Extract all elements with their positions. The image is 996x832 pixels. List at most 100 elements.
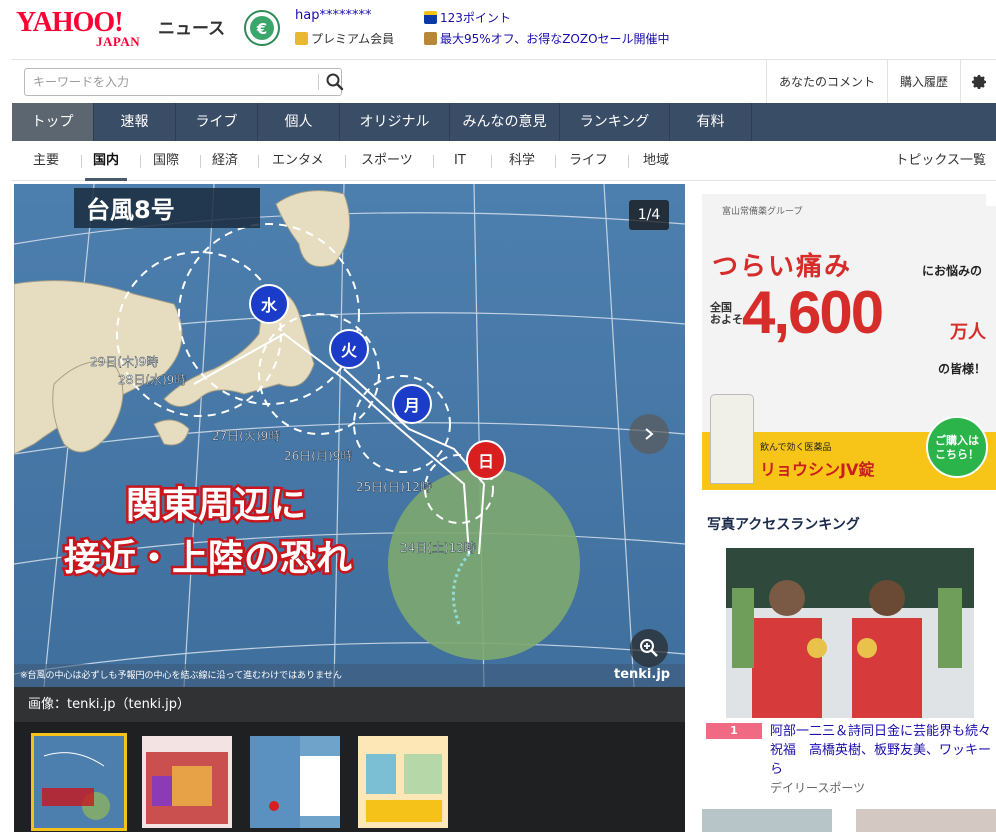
cat-sports[interactable]: スポーツ [361,141,413,181]
nav-ranking[interactable]: ランキング [560,103,670,141]
track-label: 27日(火)9時 [212,429,280,443]
t-point-icon [424,11,437,24]
cat-separator [491,155,492,168]
premium-label: プレミアム会員 [311,32,395,46]
cat-separator [140,155,141,168]
cat-domestic[interactable]: 国内 [84,141,128,181]
avatar[interactable]: € [244,10,280,46]
day-marker-mon: 月 [403,396,420,415]
ad-suffix: の皆様！ [938,362,987,376]
slide-counter: 1/4 [629,200,669,230]
cat-region[interactable]: 地域 [643,141,669,181]
map-title: 台風8号 [86,196,175,224]
ad-product-sub: 飲んで効く医薬品 [760,443,832,453]
ad-purchase-button[interactable]: ご購入は こちら！ [926,416,988,478]
nav-breaking[interactable]: 速報 [94,103,176,141]
ranking-photo-next[interactable] [702,809,832,832]
primary-nav: トップ 速報 ライブ 個人 オリジナル みんなの意見 ランキング 有料 [12,103,996,141]
cat-separator [555,155,556,168]
track-label: 28日(水)9時 [118,373,186,387]
track-label: 29日(木)9時 [90,355,158,369]
search-input[interactable] [33,73,303,91]
thumbnail-1[interactable] [31,733,127,831]
cat-separator [81,155,82,168]
ranking-photo[interactable] [702,548,996,718]
ad-brand: 富山常備薬グループ [722,207,803,217]
nav-original[interactable]: オリジナル [340,103,450,141]
cat-separator [628,155,629,168]
nav-opinions[interactable]: みんなの意見 [450,103,560,141]
service-name[interactable]: ニュース [158,14,225,39]
ranking-photo-next[interactable] [856,809,996,832]
header-links: あなたのコメント 購入履歴 [765,60,996,104]
cat-main[interactable]: 主要 [33,141,59,181]
ad-product-bottle [710,394,754,484]
cat-separator [200,155,201,168]
gear-icon[interactable] [960,60,996,104]
premium-badge[interactable]: プレミアム会員 [295,30,394,47]
nav-live[interactable]: ライブ [176,103,258,141]
nav-paid[interactable]: 有料 [670,103,752,141]
track-label: 24日(土)12時 [400,541,476,555]
cat-it[interactable]: IT [454,141,466,181]
search-divider [318,74,319,90]
ad-headline-sub: にお悩みの [922,264,983,278]
cat-separator [345,155,346,168]
topics-list-link[interactable]: トピックス一覧 [895,141,986,181]
ad-info-icon[interactable] [986,194,996,206]
site-header: YAHOO! JAPAN ニュース € hap******** プレミアム会員 … [0,0,996,56]
username-link[interactable]: hap******** [295,8,371,23]
yahoo-japan-logo[interactable]: YAHOO! JAPAN [16,8,156,50]
points-label: 123ポイント [440,11,511,25]
rank-badge: 1 [706,723,762,739]
premium-gift-icon [295,32,308,45]
day-marker-tue: 火 [341,341,358,360]
cat-economy[interactable]: 経済 [212,141,238,181]
ranking-article-source: デイリースポーツ [770,781,866,795]
ranking-article-title[interactable]: 阿部一二三＆詩同日金に芸能界も続々祝福 高橋英樹、板野友美、ワッキーら [770,722,996,779]
cat-separator [258,155,259,168]
thumbnail-strip [14,722,685,832]
ad-product-name: リョウシンJV錠 [760,460,875,479]
my-comments-link[interactable]: あなたのコメント [765,60,887,104]
search-row: あなたのコメント 購入履歴 [12,59,996,104]
map-watermark: tenki.jp [614,667,670,682]
nav-top[interactable]: トップ [12,103,94,141]
track-label: 26日(月)9時 [284,449,352,463]
search-icon[interactable] [325,72,345,92]
thumbnail-2[interactable] [142,736,232,828]
thumbnail-3[interactable] [250,736,340,828]
cat-international[interactable]: 国際 [153,141,179,181]
cat-entertainment[interactable]: エンタメ [272,141,324,181]
next-slide-button[interactable] [629,414,669,454]
advertisement-banner[interactable]: 富山常備薬グループ つらい痛み にお悩みの 全国 およそ 4,600 万人 の皆… [702,194,996,490]
logo-subtext: JAPAN [96,34,141,49]
day-marker-sun: 日 [478,452,494,471]
typhoon-forecast-map: 台風8号 水 火 月 日 29日(木)9時 28日(水)9時 27日(火)9時 … [14,184,685,687]
ad-nationwide-label: 全国 およそ [710,301,743,326]
hero-image[interactable]: 台風8号 水 火 月 日 29日(木)9時 28日(水)9時 27日(火)9時 … [14,184,685,687]
headline-line-1: 関東周辺に [126,485,306,526]
points-link[interactable]: 123ポイント [424,9,511,26]
purchase-history-link[interactable]: 購入履歴 [886,60,960,104]
headline-line-2: 接近・上陸の恐れ [64,538,352,579]
zoom-in-icon [640,639,658,657]
day-marker-wed: 水 [261,296,278,315]
thumbnail-4[interactable] [358,736,448,828]
track-label: 25日(日)12時 [356,480,432,494]
image-caption: 画像：tenki.jp（tenki.jp） [14,687,685,722]
nav-individual[interactable]: 個人 [258,103,340,141]
map-footnote: ※台風の中心は必ずしも予報円の中心を結ぶ線に沿って進むわけではありません [20,669,342,681]
cat-life[interactable]: ライフ [569,141,608,181]
photo-ranking-heading[interactable]: 写真アクセスランキング [707,514,860,534]
category-nav: 主要 国内 国際 経済 エンタメ スポーツ IT 科学 ライフ 地域 トピックス… [12,141,996,181]
svg-text:€: € [256,20,267,38]
zozo-promo-link[interactable]: 最大95%オフ、お得なZOZOセール開催中 [424,30,670,47]
sale-bag-icon [424,32,437,45]
promo-label: 最大95%オフ、お得なZOZOセール開催中 [440,32,670,46]
ad-unit: 万人 [950,322,986,343]
ad-big-number: 4,600 [742,279,884,346]
zoom-button[interactable] [630,629,668,667]
cat-science[interactable]: 科学 [509,141,535,181]
search-box [24,68,345,96]
